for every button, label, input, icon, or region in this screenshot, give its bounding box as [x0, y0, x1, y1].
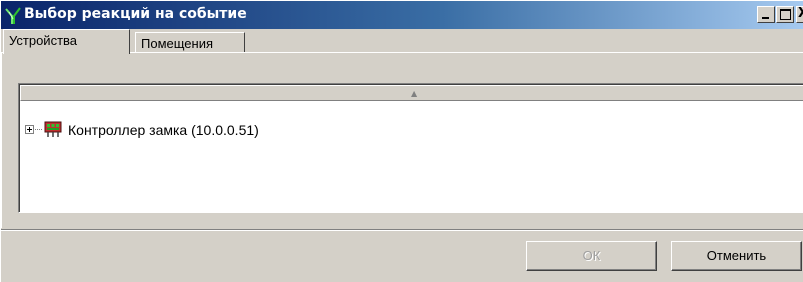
tree-connector-line — [35, 129, 42, 130]
device-tree[interactable]: ▲ Контроллер замка (10.0.0.51) — [18, 83, 803, 213]
close-button[interactable]: X — [796, 6, 803, 23]
app-icon — [5, 7, 21, 24]
tree-node-label: Контроллер замка (10.0.0.51) — [68, 122, 259, 138]
cancel-button[interactable]: Отменить — [671, 241, 802, 271]
dialog-window: Выбор реакций на событие X Устройства По… — [0, 0, 803, 282]
tree-column-header[interactable]: ▲ — [20, 85, 803, 101]
tab-rooms[interactable]: Помещения — [135, 32, 245, 53]
tab-devices[interactable]: Устройства — [3, 29, 130, 54]
maximize-button[interactable] — [776, 6, 794, 23]
tab-strip: Устройства Помещения — [1, 29, 803, 54]
sort-ascending-icon: ▲ — [411, 89, 418, 98]
ok-button[interactable]: ОК — [526, 241, 657, 271]
controller-device-icon — [44, 121, 62, 137]
minimize-button[interactable] — [757, 6, 775, 23]
window-title: Выбор реакций на событие — [24, 6, 247, 22]
expand-plus-icon[interactable] — [25, 125, 34, 134]
title-bar[interactable]: Выбор реакций на событие X — [1, 1, 803, 29]
close-icon: X — [798, 7, 803, 21]
footer-divider — [1, 229, 803, 231]
